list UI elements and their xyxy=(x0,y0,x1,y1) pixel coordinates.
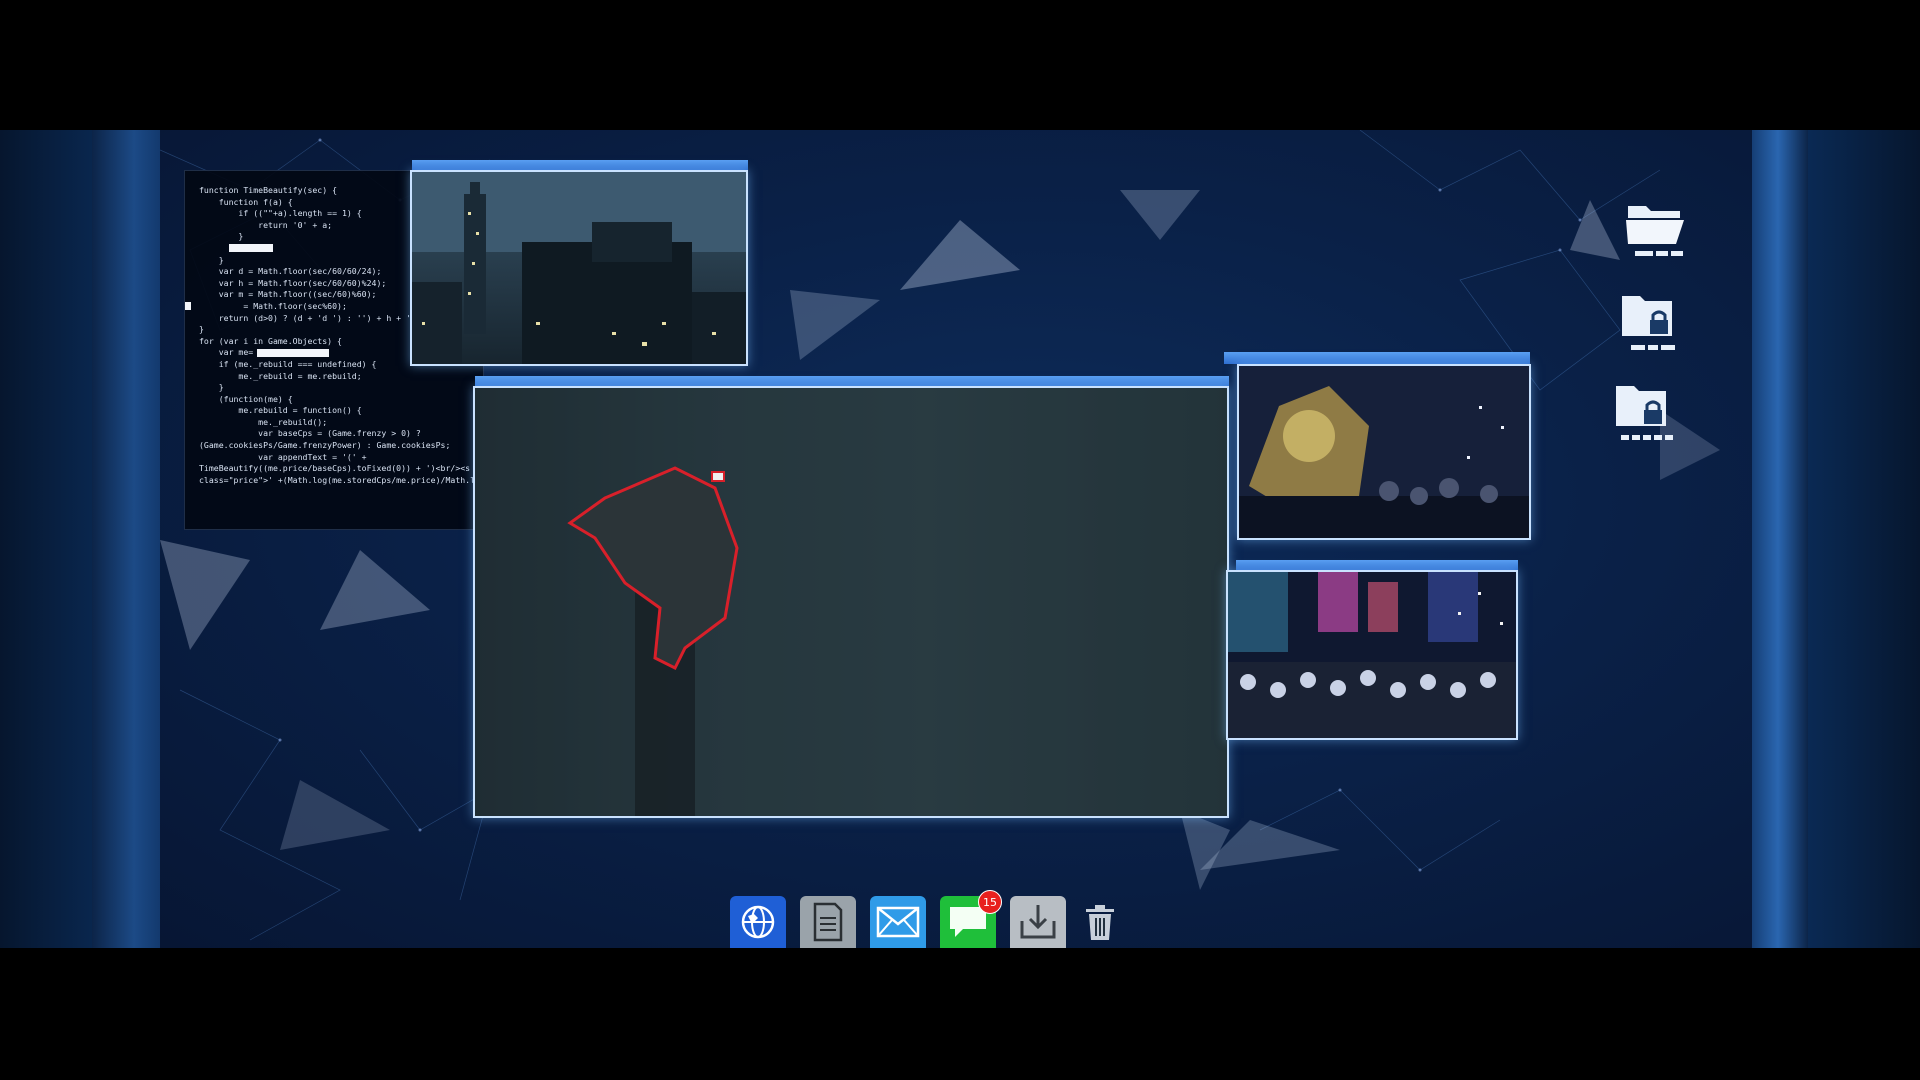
monitor: function TimeBeautify(sec) { function f(… xyxy=(0,130,1920,948)
download-icon xyxy=(1020,905,1056,939)
trash-icon[interactable] xyxy=(1080,896,1120,948)
browser-globe-icon xyxy=(741,905,775,939)
code-selection-highlight xyxy=(185,302,191,311)
festival-window[interactable] xyxy=(1237,364,1531,540)
code-line: var appendText = '(' + xyxy=(199,451,367,462)
code-line: TimeBeautify((me.price/baseCps).toFixed(… xyxy=(199,463,471,474)
mail-icon[interactable] xyxy=(870,896,926,948)
street-crowd-image xyxy=(1228,572,1516,738)
code-line: me._rebuild = me.rebuild; xyxy=(199,370,362,381)
city-night-image xyxy=(412,172,746,364)
browser-globe-icon[interactable] xyxy=(730,896,786,948)
code-line: me._rebuild(); xyxy=(199,416,328,427)
messages-icon[interactable]: 15 xyxy=(940,890,1002,948)
main-video-window[interactable] xyxy=(473,386,1229,818)
desktop: function TimeBeautify(sec) { function f(… xyxy=(160,130,1752,948)
code-line: (function(me) { xyxy=(199,393,293,404)
folder-open-icon xyxy=(1626,206,1684,244)
folder-label xyxy=(1624,251,1694,256)
city-window-titlebar[interactable] xyxy=(412,160,748,170)
monitor-bezel-right xyxy=(1748,130,1808,948)
dock: 15 xyxy=(730,890,1120,948)
code-selection-highlight xyxy=(229,244,273,253)
document-icon[interactable] xyxy=(800,896,856,948)
unread-count-badge: 15 xyxy=(978,890,1002,914)
folder-open-icon[interactable] xyxy=(1624,200,1694,256)
screen-frame: function TimeBeautify(sec) { function f(… xyxy=(0,0,1920,1080)
code-line: var baseCps = (Game.frenzy > 0) ? xyxy=(199,428,421,439)
download-icon[interactable] xyxy=(1010,896,1066,948)
trash-icon xyxy=(1086,905,1114,940)
folder-lock-icon xyxy=(1616,386,1666,426)
folder-lock-icon xyxy=(1622,296,1672,336)
code-line: (Game.cookiesPs/Game.frenzyPower) : Game… xyxy=(199,440,451,451)
folder-label xyxy=(1618,345,1688,350)
mail-icon xyxy=(876,906,920,938)
city-night-window[interactable] xyxy=(410,170,748,366)
code-line: me.rebuild = function() { xyxy=(199,405,362,416)
festival-image xyxy=(1239,366,1529,538)
code-selection-highlight xyxy=(257,348,330,357)
folder-lock-icon[interactable] xyxy=(1612,382,1682,440)
code-line: class="price">' +(Math.log(me.storedCps/… xyxy=(199,474,476,485)
street-crowd-window[interactable] xyxy=(1226,570,1518,740)
folder-label xyxy=(1612,435,1682,440)
code-line: } xyxy=(199,382,224,393)
festival-window-titlebar[interactable] xyxy=(1224,352,1530,364)
monitor-bezel-left xyxy=(92,130,162,948)
tracking-marker xyxy=(711,471,725,482)
document-icon xyxy=(813,902,843,942)
figure-tracking-view xyxy=(475,388,1227,816)
folder-lock-icon[interactable] xyxy=(1618,292,1688,350)
street-window-titlebar[interactable] xyxy=(1236,560,1518,570)
